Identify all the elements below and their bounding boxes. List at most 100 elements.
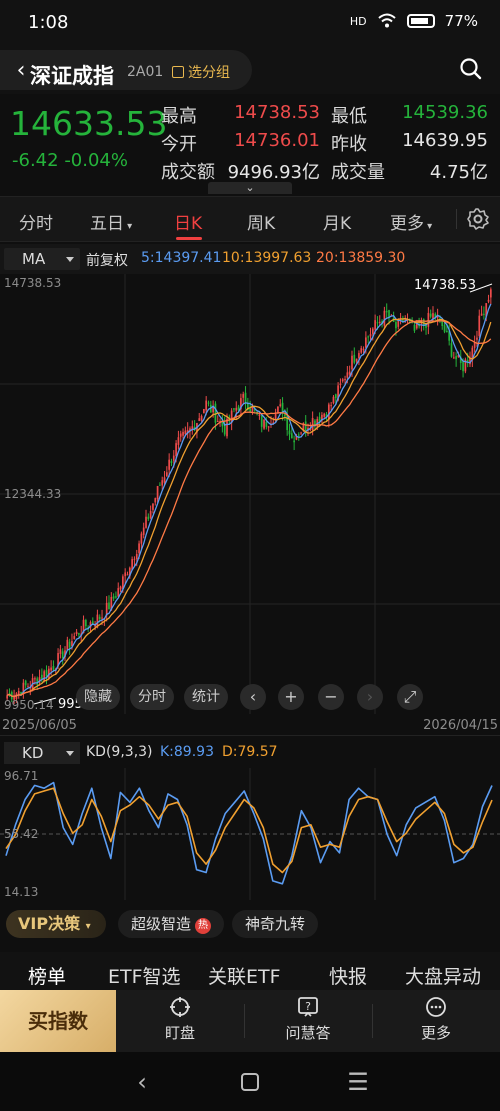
candle-body — [452, 357, 455, 359]
candle-body — [293, 440, 295, 443]
open-value: 14736.01 — [234, 130, 320, 151]
candle-body — [207, 402, 210, 404]
nav-back-icon[interactable]: ‹ — [128, 1068, 156, 1096]
candle-body — [133, 558, 136, 560]
search-icon[interactable] — [458, 56, 484, 82]
candle-body — [138, 543, 140, 554]
turnover-value: 9496.93亿 — [227, 162, 320, 183]
checkbox-icon — [172, 66, 184, 78]
tab-etf-pick[interactable]: ETF智选 — [108, 962, 181, 989]
expand-quote-toggle[interactable]: ⌄ — [208, 182, 292, 194]
candle-body — [374, 320, 376, 330]
add-to-group-button[interactable]: 选分组 — [172, 62, 230, 82]
candle-body — [98, 616, 101, 620]
candle-body — [159, 484, 161, 486]
zoom-in-icon[interactable]: + — [278, 684, 304, 710]
candle-body — [45, 670, 48, 677]
candle-body — [200, 415, 203, 421]
hide-button[interactable]: 隐藏 — [76, 684, 120, 710]
strategy-magic-nine[interactable]: 神奇九转 — [232, 910, 318, 938]
candle-body — [216, 420, 219, 422]
tab-divider — [456, 209, 457, 229]
buy-index-button[interactable]: 买指数 — [0, 990, 116, 1052]
candle-body — [422, 319, 425, 325]
candle-body — [203, 409, 205, 414]
tab-intraday[interactable]: 分时 — [19, 209, 53, 234]
candle-body — [478, 315, 481, 336]
main-indicator-select[interactable]: MA — [4, 248, 80, 270]
intraday-button[interactable]: 分时 — [130, 684, 174, 710]
candle-body — [135, 554, 138, 560]
date-axis: 2025/06/05 2026/04/15 — [0, 716, 500, 736]
tab-market-alerts[interactable]: 大盘异动 — [405, 962, 481, 989]
adjust-mode[interactable]: 前复权 — [86, 250, 128, 270]
action-divider — [372, 1004, 373, 1038]
candle-body — [427, 312, 430, 327]
candle-body — [59, 649, 62, 654]
tab-weekly-k[interactable]: 周K — [247, 209, 275, 234]
last-price: 14633.53 — [10, 104, 168, 143]
candle-body — [251, 407, 254, 412]
gear-icon[interactable] — [466, 207, 490, 231]
kd-svg — [0, 768, 500, 900]
candle-body — [413, 324, 416, 331]
sub-indicator-select[interactable]: KD — [4, 742, 80, 764]
stock-code: 2A01 — [127, 64, 164, 80]
turnover-label: 成交额 — [161, 162, 215, 183]
tab-daily-k[interactable]: 日K — [174, 209, 202, 234]
ma20-value: 20:13859.30 — [316, 250, 406, 266]
ask-button[interactable]: ? 问慧答 — [268, 996, 348, 1048]
zoom-out-icon[interactable]: − — [318, 684, 344, 710]
kd-chart[interactable] — [0, 768, 500, 900]
high-label: 最高 — [161, 106, 197, 127]
kd-indicator-bar: KD KD(9,3,3) K:89.93 D:79.57 — [0, 740, 500, 766]
candle-body — [314, 420, 316, 425]
tab-five-day[interactable]: 五日 ▾ — [90, 209, 132, 234]
candle-body — [124, 572, 127, 577]
start-date: 2025/06/05 — [2, 718, 77, 733]
candle-body — [487, 299, 490, 302]
tab-more-label: 更多 — [390, 214, 424, 234]
candle-body — [362, 348, 365, 351]
scroll-right-icon[interactable]: › — [357, 684, 383, 710]
kd-y-min-label: 14.13 — [4, 885, 39, 899]
candle-body — [284, 414, 286, 417]
candle-body — [168, 459, 171, 470]
tab-related-etf[interactable]: 关联ETF — [208, 962, 281, 989]
candle-body — [198, 418, 201, 422]
candle-body — [323, 413, 326, 417]
signal-icon: HD — [349, 14, 367, 28]
tab-monthly-k[interactable]: 月K — [323, 209, 351, 234]
tab-rankings[interactable]: 榜单 — [28, 962, 66, 989]
candle-body — [450, 343, 453, 357]
stats-button[interactable]: 统计 — [184, 684, 228, 710]
chevron-down-icon: ⌄ — [245, 181, 255, 194]
nav-home-icon[interactable] — [236, 1068, 264, 1096]
candle-body — [112, 596, 115, 599]
battery-icon — [406, 14, 435, 28]
scroll-left-icon[interactable]: ‹ — [240, 684, 266, 710]
dropdown-arrow-icon — [66, 751, 74, 756]
info-tabs: 榜单 ETF智选 关联ETF 快报 大盘异动 — [0, 952, 500, 992]
tab-flash-news[interactable]: 快报 — [329, 962, 367, 989]
candle-body — [288, 430, 291, 435]
more-button[interactable]: 更多 — [396, 996, 476, 1048]
watch-market-button[interactable]: 盯盘 — [140, 996, 220, 1048]
y-axis-min-label: 9950.14 — [4, 698, 54, 712]
candlestick-svg — [0, 274, 500, 714]
candle-body — [66, 639, 69, 650]
add-to-group-label: 选分组 — [188, 65, 230, 81]
candle-body — [156, 485, 159, 500]
kd-params: KD(9,3,3) — [86, 744, 153, 760]
vip-decision-button[interactable]: VIP决策 ▾ — [6, 910, 106, 938]
tab-more[interactable]: 更多 ▾ — [390, 209, 432, 234]
nav-menu-icon[interactable]: ☰ — [344, 1068, 372, 1096]
k-line — [5, 781, 493, 885]
candlestick-chart[interactable] — [0, 274, 500, 714]
fullscreen-icon[interactable]: ⤢ — [397, 684, 423, 710]
status-icons: HD 77% — [350, 12, 478, 30]
ask-label: 问慧答 — [285, 1024, 331, 1042]
candle-body — [163, 477, 166, 483]
strategy-super-manufacturing[interactable]: 超级智造热 — [118, 910, 224, 938]
candle-body — [462, 361, 464, 372]
